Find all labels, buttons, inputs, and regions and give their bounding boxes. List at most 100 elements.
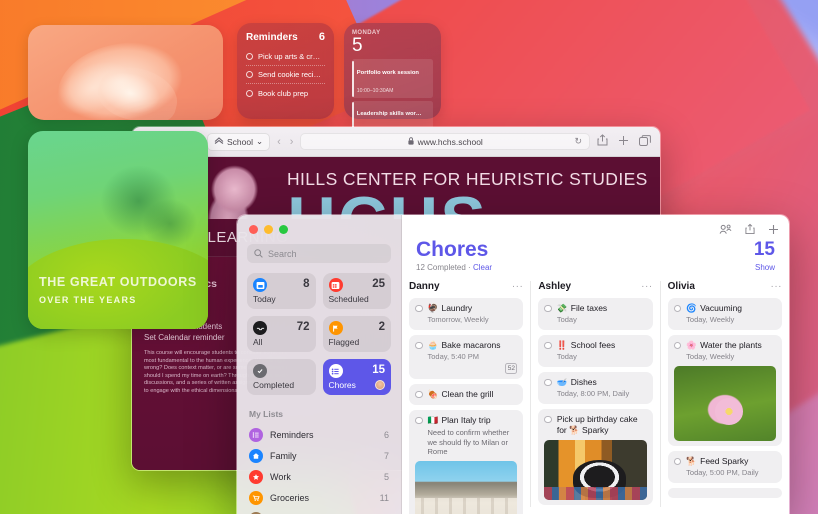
checkbox-circle-icon[interactable] <box>415 304 423 312</box>
column-menu-button[interactable]: ··· <box>641 281 653 292</box>
smart-list-chores[interactable]: 15 Chores <box>322 359 391 395</box>
chevron-down-icon[interactable]: ⌄ <box>256 136 263 147</box>
back-button[interactable]: ‹ <box>277 136 281 148</box>
calendar-widget[interactable]: MONDAY 5 Portfolio work session 10:00–10… <box>344 23 441 150</box>
reminder-item[interactable]: 🦃 Laundry Tomorrow, Weekly <box>409 298 524 330</box>
safari-toolbar[interactable]: School ⌄ ‹ › www.hchs.school ↻ <box>132 127 660 157</box>
reminder-attachment-image-italy[interactable] <box>415 460 518 514</box>
smart-list-completed[interactable]: Completed <box>247 359 316 395</box>
reminder-item[interactable]: 🥣 Dishes Today, 8:00 PM, Daily <box>538 372 653 404</box>
reminder-item[interactable]: 🌸 Water the plants Today, Weekly <box>667 335 782 446</box>
tab-overview-button[interactable] <box>639 133 651 151</box>
list-item-label: Groceries <box>270 492 310 503</box>
list-item-groceries[interactable]: Groceries 11 <box>247 487 391 508</box>
list-item-reminders[interactable]: Reminders 6 <box>247 424 391 445</box>
column-menu-button[interactable]: ··· <box>770 281 782 292</box>
reminder-attachment-image-flower[interactable] <box>673 366 776 441</box>
column-danny: Danny ··· 🦃 Laundry Tomorrow, Weekly 🧁 B… <box>402 281 530 514</box>
close-button[interactable] <box>249 225 258 234</box>
smart-list-today[interactable]: 8 Today <box>247 273 316 309</box>
checkbox-circle-icon[interactable] <box>544 378 552 386</box>
great-outdoors-widget[interactable]: THE GREAT OUTDOORS OVER THE YEARS <box>28 131 208 329</box>
star-icon <box>249 469 263 484</box>
add-reminder-button[interactable] <box>768 222 779 240</box>
reminder-item[interactable]: 🐕 Feed Sparky Today, 5:00 PM, Daily <box>667 451 782 483</box>
reminder-item[interactable]: 🇮🇹 Plan Italy trip Need to confirm wheth… <box>409 410 524 514</box>
outdoors-title: THE GREAT OUTDOORS <box>39 275 197 289</box>
reminders-widget-item[interactable]: Book club prep <box>246 84 325 102</box>
forward-button[interactable]: › <box>290 136 294 148</box>
reminder-due: Today, 8:00 PM, Daily <box>556 389 630 398</box>
smart-list-flagged[interactable]: 2 Flagged <box>322 316 391 352</box>
checkbox-circle-icon[interactable] <box>415 341 423 349</box>
checkbox-circle-icon[interactable] <box>246 52 253 60</box>
checkbox-circle-icon[interactable] <box>673 457 682 465</box>
checkbox-circle-icon[interactable] <box>544 341 552 349</box>
reminders-widget-count: 6 <box>318 31 325 43</box>
reminder-item[interactable]: 🌀 Vacuuming Today, Weekly <box>667 298 782 330</box>
checkbox-circle-icon[interactable] <box>246 89 253 97</box>
search-field[interactable]: Search <box>247 244 391 263</box>
list-item-count: 6 <box>383 429 389 440</box>
smart-list-count: 25 <box>372 278 385 290</box>
reminders-app-window[interactable]: Search 8 Today 25 Scheduled 72 All 2 Fla… <box>236 214 790 514</box>
safari-toolbar-right[interactable] <box>597 133 651 151</box>
reminder-item[interactable]: 💸 File taxes Today <box>538 298 653 330</box>
smart-list-count: 15 <box>372 364 385 376</box>
reminder-emoji: 🐕 <box>686 456 697 466</box>
maximize-button[interactable] <box>279 225 288 234</box>
reminder-title-text: School fees <box>570 340 616 350</box>
outdoors-subtitle: OVER THE YEARS <box>39 295 137 305</box>
list-bullet-icon <box>328 364 343 378</box>
reminders-widget-item[interactable]: Send cookie reci… <box>246 66 325 84</box>
reminders-traffic-lights[interactable] <box>247 225 391 234</box>
reminder-item-empty[interactable] <box>667 488 782 498</box>
list-item-work[interactable]: Work 5 <box>247 466 391 487</box>
reminders-toolbar[interactable] <box>719 222 779 240</box>
address-bar[interactable]: www.hchs.school ↻ <box>300 133 590 150</box>
checkbox-circle-icon[interactable] <box>246 71 253 78</box>
checkbox-circle-icon[interactable] <box>673 304 682 312</box>
reminder-item[interactable]: 🧁 Bake macarons Today, 5:40 PM 52 <box>409 335 524 379</box>
reminder-attachment-badge[interactable]: 52 <box>505 363 518 374</box>
reminders-widget-item-label: Send cookie reci… <box>258 70 321 79</box>
photos-widget[interactable] <box>28 25 223 120</box>
reminder-attachment-image-dog[interactable] <box>544 440 647 500</box>
smart-list-scheduled[interactable]: 25 Scheduled <box>322 273 391 309</box>
checkbox-circle-icon[interactable] <box>415 390 423 398</box>
checkbox-circle-icon[interactable] <box>673 341 682 349</box>
share-icon[interactable] <box>745 222 755 240</box>
new-tab-button[interactable] <box>618 133 629 151</box>
tab-group-button[interactable]: School ⌄ <box>207 132 271 151</box>
safari-navigation[interactable]: ‹ › <box>277 136 293 148</box>
column-menu-button[interactable]: ··· <box>512 281 524 292</box>
reminders-main-panel[interactable]: Chores 15 12 Completed · Clear Show Dann… <box>402 215 789 514</box>
minimize-button[interactable] <box>264 225 273 234</box>
reminders-widget-item[interactable]: Pick up arts & cr… <box>246 47 325 66</box>
reload-icon[interactable]: ↻ <box>574 136 582 147</box>
smart-list-all[interactable]: 72 All <box>247 316 316 352</box>
checkbox-circle-icon[interactable] <box>544 304 552 312</box>
reminder-title: 🦃 Laundry <box>428 303 473 314</box>
show-completed-button[interactable]: Show <box>755 263 775 272</box>
reminder-title: 🌸 Water the plants <box>686 340 762 351</box>
reminders-widget[interactable]: Reminders 6 Pick up arts & cr… Send cook… <box>237 23 334 119</box>
calendar-event[interactable]: Portfolio work session 10:00–10:30AM <box>352 59 433 98</box>
share-icon[interactable] <box>597 133 608 151</box>
reminder-item[interactable]: 🍖 Clean the grill <box>409 384 524 405</box>
reminder-item[interactable]: Pick up birthday cake for 🐕 Sparky <box>538 409 653 505</box>
reminder-title-text: Feed Sparky <box>700 456 749 466</box>
calendar-event-title: Leadership skills wor… <box>356 111 422 117</box>
reminder-item[interactable]: ‼️ School fees Today <box>538 335 653 367</box>
checkbox-circle-icon[interactable] <box>544 415 552 423</box>
list-item-family[interactable]: Family 7 <box>247 445 391 466</box>
reminders-sidebar[interactable]: Search 8 Today 25 Scheduled 72 All 2 Fla… <box>237 215 402 514</box>
clear-completed-button[interactable]: Clear <box>473 263 492 272</box>
smart-lists-grid[interactable]: 8 Today 25 Scheduled 72 All 2 Flagged Co… <box>247 273 391 395</box>
column-title: Ashley <box>538 281 572 292</box>
list-item-camping-trip[interactable]: Camping Trip 4 <box>247 508 391 514</box>
separator-dot: · <box>468 263 471 272</box>
shared-people-icon[interactable] <box>719 222 732 240</box>
list-item-label: Reminders <box>270 429 314 440</box>
checkbox-circle-icon[interactable] <box>415 416 423 424</box>
